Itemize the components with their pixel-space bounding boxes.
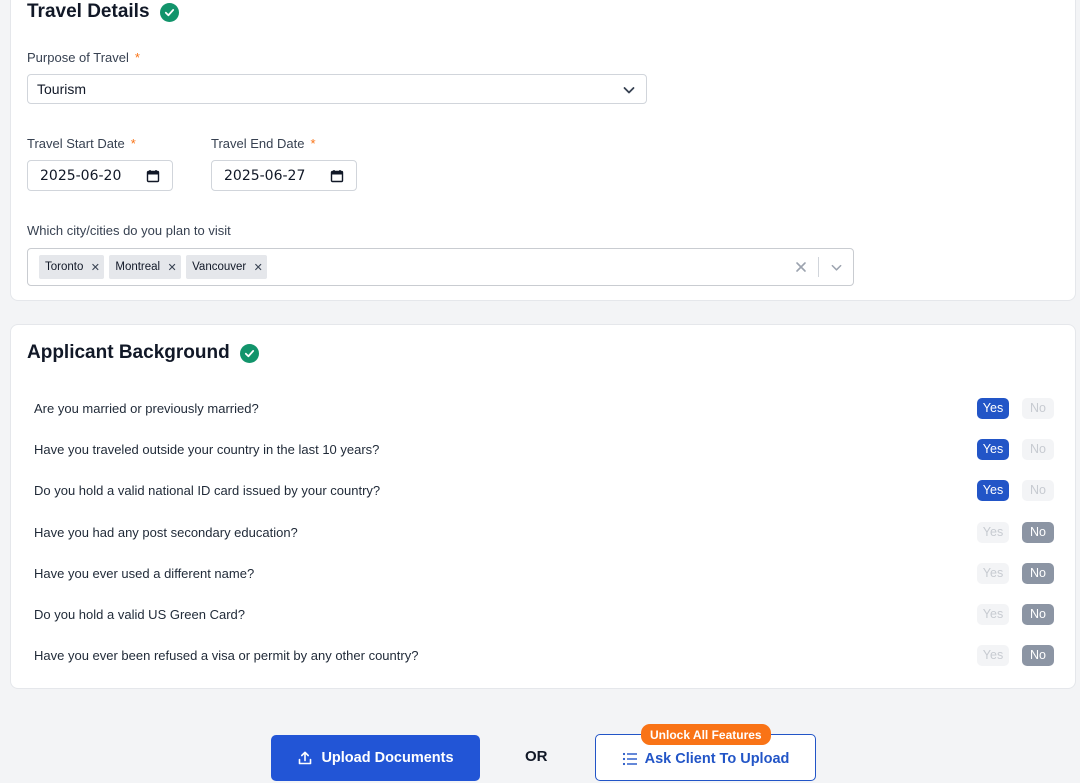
question-text: Have you ever been refused a visa or per… xyxy=(34,647,419,663)
city-chip-label: Vancouver xyxy=(192,261,247,273)
city-chip: Toronto ✕ xyxy=(39,255,105,279)
ask-client-upload-label: Ask Client To Upload xyxy=(644,750,790,767)
yes-button[interactable]: Yes xyxy=(977,521,1009,543)
applicant-background-title-text: Applicant Background xyxy=(27,342,230,363)
question-row: Have you ever used a different name? Yes… xyxy=(34,561,1054,585)
no-button[interactable]: No xyxy=(1022,521,1054,543)
question-row: Have you had any post secondary educatio… xyxy=(34,520,1054,544)
question-row: Do you hold a valid national ID card iss… xyxy=(34,478,1054,502)
applicant-background-card: Applicant Background Are you married or … xyxy=(10,324,1076,689)
purpose-select-value: Tourism xyxy=(37,81,87,97)
yes-button[interactable]: Yes xyxy=(977,644,1009,666)
question-row: Have you ever been refused a visa or per… xyxy=(34,643,1054,667)
remove-chip-icon[interactable]: ✕ xyxy=(249,255,267,279)
purpose-label: Purpose of Travel * xyxy=(27,50,140,65)
no-button[interactable]: No xyxy=(1022,397,1054,419)
question-text: Do you hold a valid US Green Card? xyxy=(34,606,246,622)
start-date-label: Travel Start Date * xyxy=(27,136,136,151)
question-text: Have you had any post secondary educatio… xyxy=(34,524,298,540)
multiselect-controls xyxy=(790,249,853,285)
calendar-icon[interactable] xyxy=(330,169,344,183)
yes-button[interactable]: Yes xyxy=(977,479,1009,501)
calendar-icon[interactable] xyxy=(146,169,160,183)
chevron-down-icon xyxy=(623,87,635,94)
question-text: Are you married or previously married? xyxy=(34,400,259,416)
no-button[interactable]: No xyxy=(1022,479,1054,501)
action-bar: Upload Documents OR Unlock All Features … xyxy=(0,690,1080,783)
city-chip: Montreal ✕ xyxy=(109,255,182,279)
city-chip-label: Toronto xyxy=(45,261,84,273)
or-separator: OR xyxy=(525,748,548,765)
upload-documents-label: Upload Documents xyxy=(321,750,454,766)
question-row: Have you traveled outside your country i… xyxy=(34,437,1054,461)
start-date-input[interactable]: 2025-06-20 xyxy=(27,160,173,191)
travel-details-title-text: Travel Details xyxy=(27,1,150,22)
purpose-select[interactable]: Tourism xyxy=(27,74,647,104)
yes-button[interactable]: Yes xyxy=(977,603,1009,625)
unlock-features-badge: Unlock All Features xyxy=(641,724,771,745)
no-button[interactable]: No xyxy=(1022,438,1054,460)
upload-documents-button[interactable]: Upload Documents xyxy=(271,735,480,781)
no-button[interactable]: No xyxy=(1022,603,1054,625)
remove-chip-icon[interactable]: ✕ xyxy=(163,255,181,279)
upload-icon xyxy=(299,751,312,765)
list-icon xyxy=(622,752,637,765)
required-mark: * xyxy=(310,136,316,151)
cities-label: Which city/cities do you plan to visit xyxy=(27,223,231,238)
question-text: Have you traveled outside your country i… xyxy=(34,441,380,457)
question-row: Do you hold a valid US Green Card? Yes N… xyxy=(34,602,1054,626)
applicant-background-title: Applicant Background xyxy=(27,342,259,364)
no-button[interactable]: No xyxy=(1022,562,1054,584)
city-chip: Vancouver ✕ xyxy=(186,255,268,279)
travel-details-card: Travel Details Purpose of Travel * Touris… xyxy=(10,0,1076,301)
chevron-down-icon[interactable] xyxy=(819,249,853,285)
travel-details-title: Travel Details xyxy=(27,1,179,23)
start-date-value: 2025-06-20 xyxy=(40,167,122,184)
check-circle-icon xyxy=(159,2,179,22)
question-row: Are you married or previously married? Y… xyxy=(34,396,1054,420)
question-text: Have you ever used a different name? xyxy=(34,565,255,581)
end-date-value: 2025-06-27 xyxy=(224,167,306,184)
start-date-label-text: Travel Start Date xyxy=(27,136,125,151)
yes-button[interactable]: Yes xyxy=(977,397,1009,419)
no-button[interactable]: No xyxy=(1022,644,1054,666)
yes-button[interactable]: Yes xyxy=(977,438,1009,460)
end-date-input[interactable]: 2025-06-27 xyxy=(211,160,357,191)
end-date-label: Travel End Date * xyxy=(211,136,316,151)
yes-button[interactable]: Yes xyxy=(977,562,1009,584)
end-date-label-text: Travel End Date xyxy=(211,136,305,151)
required-mark: * xyxy=(130,136,136,151)
purpose-label-text: Purpose of Travel xyxy=(27,50,129,65)
question-text: Do you hold a valid national ID card iss… xyxy=(34,482,381,498)
required-mark: * xyxy=(134,50,140,65)
check-circle-icon xyxy=(239,343,259,363)
clear-icon[interactable] xyxy=(790,249,812,285)
remove-chip-icon[interactable]: ✕ xyxy=(86,255,104,279)
cities-multiselect[interactable]: Toronto ✕ Montreal ✕ Vancouver ✕ xyxy=(27,248,854,286)
city-chip-label: Montreal xyxy=(115,261,161,273)
